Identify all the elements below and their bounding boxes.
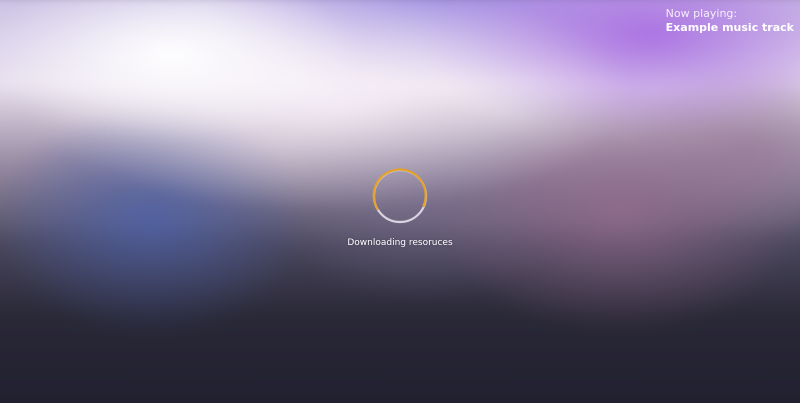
now-playing-label: Now playing: — [665, 7, 738, 20]
spinner-arc — [372, 168, 427, 211]
loading-spinner-icon — [372, 168, 428, 224]
loading-spinner-svg — [372, 168, 428, 224]
now-playing-panel: Now playing: Example music track — [666, 7, 794, 35]
now-playing-track: Example music track — [665, 20, 794, 34]
download-status-text: Downloading resoruces — [347, 238, 453, 248]
loading-screen: Now playing: Example music track Downloa… — [0, 0, 800, 403]
